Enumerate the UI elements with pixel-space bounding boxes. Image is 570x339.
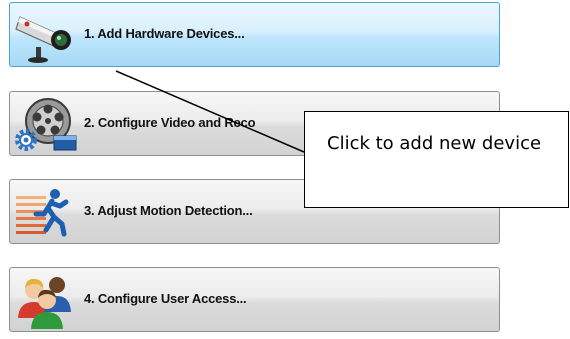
configure-user-access-button[interactable]: 4. Configure User Access... <box>9 267 500 332</box>
configure-user-access-label: 4. Configure User Access... <box>84 291 247 306</box>
security-camera-icon <box>15 16 71 63</box>
users-group-icon <box>18 277 71 329</box>
callout-box: Click to add new device <box>304 111 569 208</box>
configure-video-label: 2. Configure Video and Reco <box>84 115 256 130</box>
add-hardware-devices-label: 1. Add Hardware Devices... <box>84 26 245 41</box>
film-reel-gear-icon <box>15 98 77 151</box>
add-hardware-devices-button[interactable]: 1. Add Hardware Devices... <box>9 2 500 67</box>
adjust-motion-detection-label: 3. Adjust Motion Detection... <box>84 203 253 218</box>
running-person-icon <box>16 189 69 237</box>
